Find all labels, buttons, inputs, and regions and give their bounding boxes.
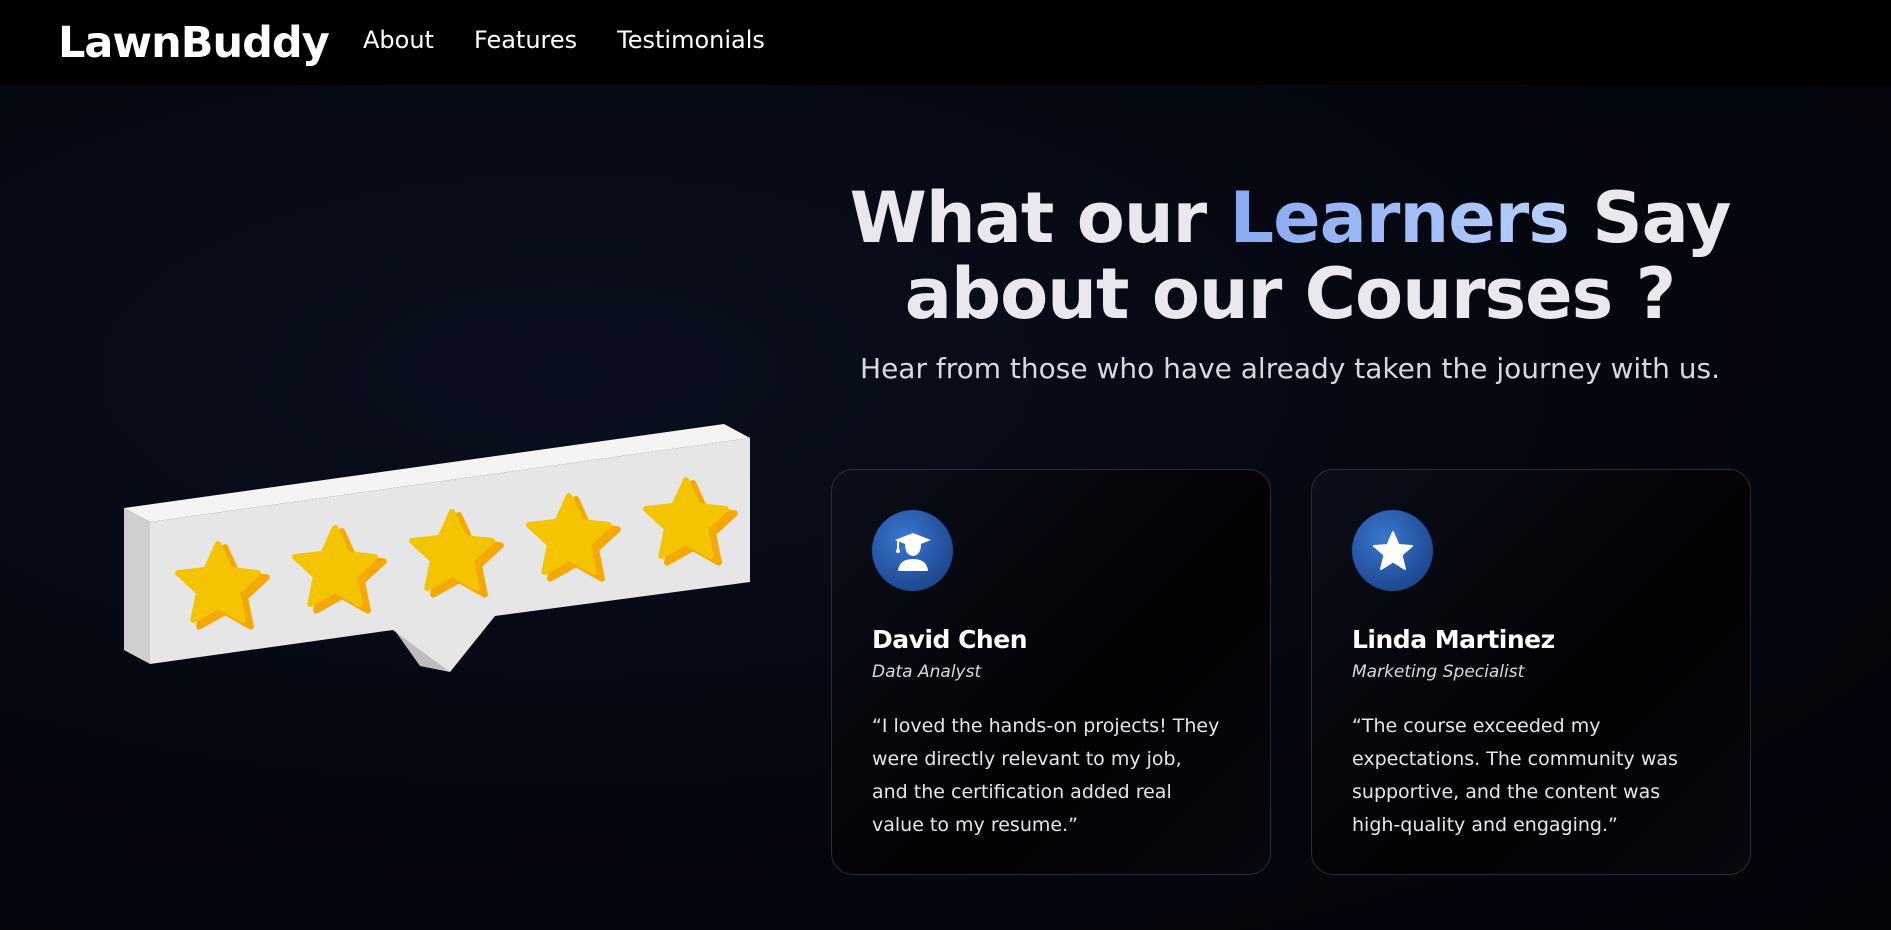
testimonial-role: Data Analyst (872, 662, 982, 682)
graduate-icon (872, 510, 953, 591)
star-icon (1352, 510, 1433, 591)
graduate-icon-glyph (894, 532, 931, 571)
testimonial-card: David Chen Data Analyst “I loved the han… (831, 469, 1271, 875)
heading-accent: Learners (1229, 177, 1570, 259)
testimonial-quote: “I loved the hands-on projects! They wer… (872, 715, 1220, 836)
nav-link-about[interactable]: About (363, 26, 434, 54)
testimonial-card: Linda Martinez Marketing Specialist “The… (1311, 469, 1751, 875)
nav-link-features[interactable]: Features (474, 26, 577, 54)
brand-logo[interactable]: LawnBuddy (58, 18, 330, 68)
testimonial-name: David Chen (872, 625, 1028, 654)
testimonial-name: Linda Martinez (1352, 625, 1555, 654)
testimonial-role: Marketing Specialist (1352, 662, 1525, 682)
nav-links: About Features Testimonials (363, 26, 765, 54)
heading-part-1: What our (849, 177, 1230, 259)
nav-link-testimonials[interactable]: Testimonials (617, 26, 765, 54)
star-rating-illustration (124, 424, 750, 672)
star-icon-glyph (1372, 530, 1413, 570)
testimonial-quote: “The course exceeded my expectations. Th… (1352, 715, 1678, 836)
section-heading: What our Learners Say about our Courses … (830, 180, 1750, 332)
section-subheading: Hear from those who have already taken t… (860, 352, 1720, 385)
top-navbar: LawnBuddy About Features Testimonials (0, 0, 1891, 85)
